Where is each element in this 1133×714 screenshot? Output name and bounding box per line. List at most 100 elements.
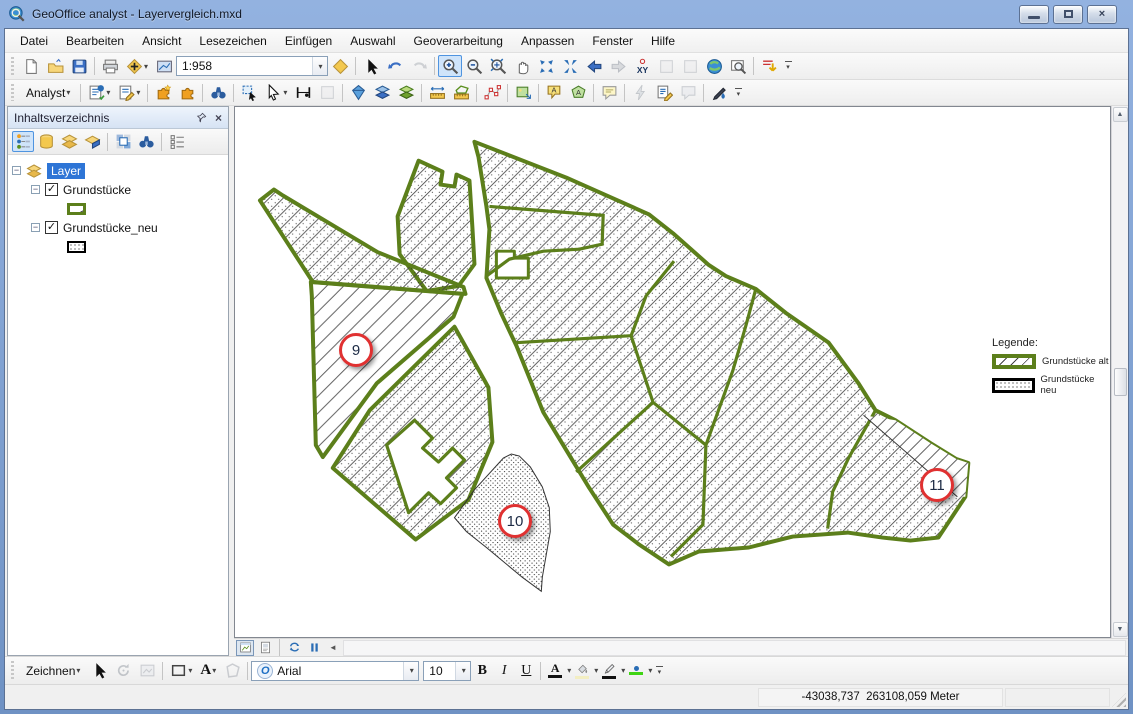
toolbar-overflow-button[interactable]: ▾ xyxy=(731,82,745,104)
layer-symbol-hatch[interactable] xyxy=(67,203,86,215)
extension-button[interactable] xyxy=(175,82,199,104)
zoom-selected-button[interactable] xyxy=(654,55,678,77)
close-button[interactable]: × xyxy=(1087,5,1117,24)
form-edit-button[interactable]: ▾ xyxy=(114,82,144,104)
analyst-menu-button[interactable]: Analyst▾ xyxy=(19,82,77,104)
fixed-zoom-out-button[interactable] xyxy=(558,55,582,77)
select-by-rectangle-button[interactable] xyxy=(237,82,261,104)
menu-anpassen[interactable]: Anpassen xyxy=(512,31,583,51)
map-canvas[interactable]: 9 10 11 Legende: Grundstücke alt Grun xyxy=(234,106,1111,638)
selection-grid-button[interactable] xyxy=(112,131,134,152)
layer-symbol-dots[interactable] xyxy=(67,241,86,253)
picture-element-button[interactable] xyxy=(135,660,159,682)
pin-icon[interactable] xyxy=(196,112,207,123)
menu-hilfe[interactable]: Hilfe xyxy=(642,31,684,51)
toolbox-button[interactable] xyxy=(328,55,352,77)
search-button[interactable] xyxy=(135,131,157,152)
search-binoculars-button[interactable] xyxy=(206,82,230,104)
scroll-down-icon[interactable]: ▼ xyxy=(1113,622,1128,637)
zoom-full-extent-button[interactable] xyxy=(486,55,510,77)
undo-button[interactable] xyxy=(383,55,407,77)
measure-area-button[interactable] xyxy=(449,82,473,104)
layers-green-button[interactable] xyxy=(394,82,418,104)
menu-lesezeichen[interactable]: Lesezeichen xyxy=(190,31,275,51)
refresh-button[interactable] xyxy=(285,640,303,656)
menu-einfuegen[interactable]: Einfügen xyxy=(276,31,341,51)
scroll-left-icon[interactable]: ◄ xyxy=(325,643,341,652)
back-extent-button[interactable] xyxy=(582,55,606,77)
zoom-in-button[interactable] xyxy=(438,55,462,77)
scale-settings-button[interactable] xyxy=(152,55,176,77)
add-data-button[interactable]: ▾ xyxy=(122,55,152,77)
pan-button[interactable] xyxy=(510,55,534,77)
restore-button[interactable] xyxy=(1053,5,1083,24)
toc-layer-grundstuecke[interactable]: Grundstücke xyxy=(63,183,131,197)
save-button[interactable] xyxy=(67,55,91,77)
go-to-xy-button[interactable] xyxy=(630,55,654,77)
options-list-button[interactable] xyxy=(166,131,188,152)
layer-checkbox[interactable]: ✓ xyxy=(45,183,58,196)
form-tasks-button[interactable]: ▾ xyxy=(84,82,114,104)
toc-root-layer[interactable]: Layer xyxy=(47,163,85,179)
toc-layer-grundstuecke-neu[interactable]: Grundstücke_neu xyxy=(63,221,158,235)
collapse-icon[interactable]: − xyxy=(31,223,40,232)
vertical-scroll-thumb[interactable] xyxy=(1114,368,1127,396)
collapse-icon[interactable]: − xyxy=(12,166,21,175)
fixed-zoom-in-button[interactable] xyxy=(534,55,558,77)
list-by-drawing-order-button[interactable] xyxy=(12,131,34,152)
pause-drawing-button[interactable] xyxy=(305,640,323,656)
print-button[interactable] xyxy=(98,55,122,77)
clear-selection-button[interactable] xyxy=(678,55,702,77)
fill-color-button[interactable] xyxy=(571,660,593,681)
resize-grip[interactable] xyxy=(1112,693,1126,707)
underline-button[interactable]: U xyxy=(515,660,537,681)
toolbar-overflow-button[interactable]: ▾ xyxy=(781,55,795,77)
gem-tool-button[interactable] xyxy=(346,82,370,104)
line-color-button[interactable] xyxy=(598,660,620,681)
comment-disabled-button[interactable] xyxy=(676,82,700,104)
layout-view-button[interactable] xyxy=(256,640,274,656)
collapse-icon[interactable]: − xyxy=(31,185,40,194)
vertical-scrollbar[interactable]: ▲ ▼ xyxy=(1111,106,1128,638)
parcel-label-10[interactable]: 10 xyxy=(498,504,532,538)
edit-polygon-button[interactable] xyxy=(220,660,244,682)
globe-view-button[interactable] xyxy=(702,55,726,77)
font-size-combobox[interactable]: 10 ▾ xyxy=(423,661,471,681)
parcel-label-9[interactable]: 9 xyxy=(339,333,373,367)
layers-blue-button[interactable] xyxy=(370,82,394,104)
export-map-button[interactable] xyxy=(511,82,535,104)
toolbar-overflow-button[interactable]: ▾ xyxy=(652,660,666,682)
editor-button[interactable] xyxy=(757,55,781,77)
toolbar-grip[interactable] xyxy=(10,84,15,101)
font-combobox[interactable]: O Arial ▾ xyxy=(251,661,419,681)
label-polygon-button[interactable] xyxy=(566,82,590,104)
zeichnen-menu-button[interactable]: Zeichnen▾ xyxy=(19,660,87,682)
extension-new-button[interactable] xyxy=(151,82,175,104)
italic-button[interactable]: I xyxy=(493,660,515,681)
list-by-visibility-button[interactable] xyxy=(58,131,80,152)
menu-geoverarbeitung[interactable]: Geoverarbeitung xyxy=(405,31,512,51)
open-button[interactable] xyxy=(43,55,67,77)
measure-button[interactable] xyxy=(291,82,315,104)
forward-extent-button[interactable] xyxy=(606,55,630,77)
menu-ansicht[interactable]: Ansicht xyxy=(133,31,190,51)
menu-fenster[interactable]: Fenster xyxy=(583,31,642,51)
new-document-button[interactable] xyxy=(19,55,43,77)
redo-button[interactable] xyxy=(407,55,431,77)
parcel-label-11[interactable]: 11 xyxy=(920,468,954,502)
close-icon[interactable]: × xyxy=(215,111,222,125)
flash-tool-button[interactable] xyxy=(628,82,652,104)
identify-button[interactable] xyxy=(315,82,339,104)
text-tool-button[interactable]: A▾ xyxy=(196,660,220,682)
horizontal-scroll-track[interactable] xyxy=(343,640,1126,656)
label-point-button[interactable] xyxy=(542,82,566,104)
menu-bearbeiten[interactable]: Bearbeiten xyxy=(57,31,133,51)
measure-distance-button[interactable] xyxy=(425,82,449,104)
zoom-out-button[interactable] xyxy=(462,55,486,77)
data-view-button[interactable] xyxy=(236,640,254,656)
select-elements-button[interactable] xyxy=(87,660,111,682)
list-by-selection-button[interactable] xyxy=(81,131,103,152)
bold-button[interactable]: B xyxy=(471,660,493,681)
layer-checkbox[interactable]: ✓ xyxy=(45,221,58,234)
attributes-edit-button[interactable] xyxy=(652,82,676,104)
